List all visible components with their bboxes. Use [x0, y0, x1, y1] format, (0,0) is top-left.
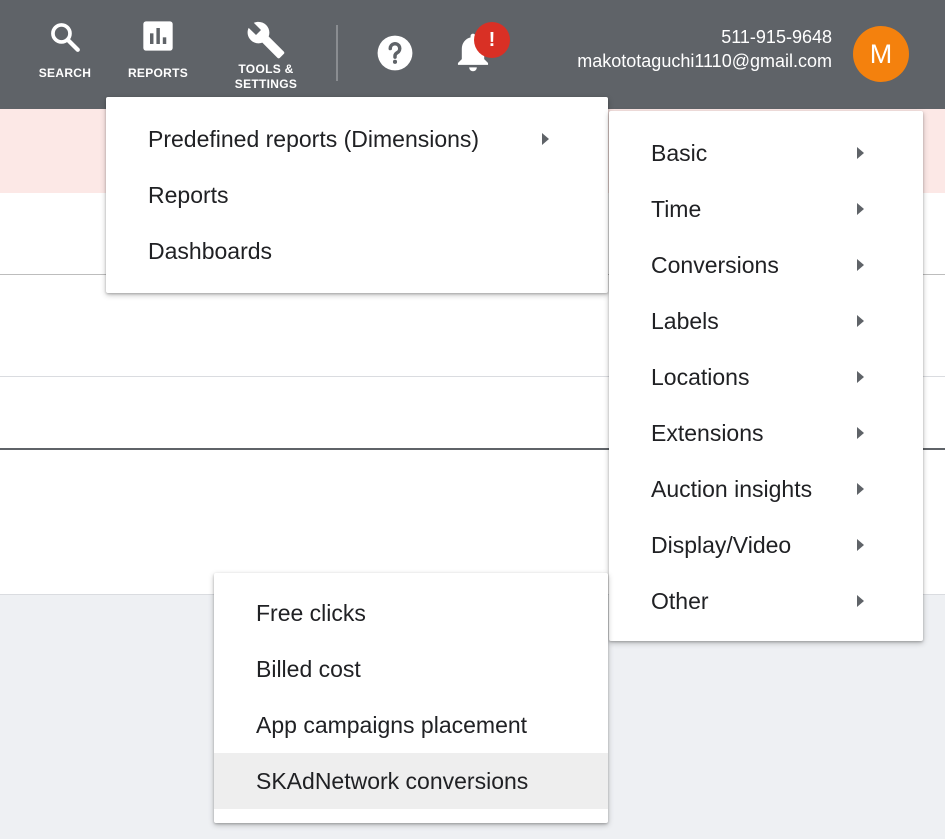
- menu-item-label: Predefined reports (Dimensions): [148, 125, 480, 152]
- submenu-item-billed-cost[interactable]: Billed cost: [214, 641, 608, 697]
- submenu-item-conversions[interactable]: Conversions: [609, 237, 923, 293]
- submenu-item-label: Other: [651, 587, 709, 614]
- submenu-item-label: Free clicks: [256, 599, 366, 626]
- tools-settings-button[interactable]: TOOLS & SETTINGS: [226, 0, 306, 100]
- top-navigation-bar: SEARCH REPORTS TOOLS & SETTINGS ! 511-91…: [0, 0, 945, 109]
- submenu-item-skadnetwork-conversions[interactable]: SKAdNetwork conversions: [214, 753, 608, 809]
- submenu-arrow-icon: [857, 371, 864, 383]
- submenu-arrow-icon: [857, 315, 864, 327]
- submenu-item-label: App campaigns placement: [256, 711, 528, 738]
- submenu-item-free-clicks[interactable]: Free clicks: [214, 585, 608, 641]
- menu-item-label: Reports: [148, 181, 229, 208]
- search-icon: [51, 23, 80, 52]
- help-button[interactable]: [376, 34, 414, 72]
- account-email: makototaguchi1110@gmail.com: [577, 51, 832, 71]
- tools-label: TOOLS &: [238, 62, 294, 76]
- submenu-item-time[interactable]: Time: [609, 181, 923, 237]
- help-icon: [377, 35, 413, 71]
- search-button[interactable]: SEARCH: [30, 0, 100, 100]
- submenu-item-extensions[interactable]: Extensions: [609, 405, 923, 461]
- menu-item-dashboards[interactable]: Dashboards: [106, 223, 608, 279]
- submenu-item-app-campaigns-placement[interactable]: App campaigns placement: [214, 697, 608, 753]
- avatar[interactable]: M: [853, 26, 909, 82]
- submenu-item-basic[interactable]: Basic: [609, 125, 923, 181]
- submenu-item-label: Display/Video: [651, 531, 792, 558]
- submenu-arrow-icon: [857, 147, 864, 159]
- submenu-item-labels[interactable]: Labels: [609, 293, 923, 349]
- reports-button[interactable]: REPORTS: [122, 0, 194, 100]
- submenu-item-other[interactable]: Other: [609, 573, 923, 629]
- account-info[interactable]: 511-915-9648 makototaguchi1110@gmail.com: [577, 25, 832, 73]
- submenu-arrow-icon: [857, 203, 864, 215]
- menu-item-reports[interactable]: Reports: [106, 167, 608, 223]
- submenu-arrow-icon: [857, 427, 864, 439]
- menu-item-predefined-reports[interactable]: Predefined reports (Dimensions): [106, 111, 608, 167]
- menu-item-label: Dashboards: [148, 237, 273, 264]
- submenu-item-label: Locations: [651, 363, 750, 390]
- submenu-arrow-icon: [857, 595, 864, 607]
- predefined-reports-submenu: Basic Time Conversions Labels Locations …: [609, 111, 923, 641]
- submenu-item-locations[interactable]: Locations: [609, 349, 923, 405]
- toolbar-separator: [336, 25, 338, 81]
- account-phone: 511-915-9648: [721, 27, 832, 47]
- submenu-item-label: Time: [651, 195, 702, 222]
- reports-menu: Predefined reports (Dimensions) Reports …: [106, 97, 608, 293]
- submenu-item-label: Extensions: [651, 419, 764, 446]
- submenu-item-label: Auction insights: [651, 475, 813, 502]
- submenu-arrow-icon: [857, 483, 864, 495]
- submenu-item-display-video[interactable]: Display/Video: [609, 517, 923, 573]
- search-label: SEARCH: [38, 66, 92, 80]
- submenu-arrow-icon: [857, 259, 864, 271]
- other-submenu: Free clicks Billed cost App campaigns pl…: [214, 573, 608, 823]
- submenu-item-label: Labels: [651, 307, 719, 334]
- submenu-item-label: Billed cost: [256, 655, 361, 682]
- settings-label: SETTINGS: [234, 77, 298, 91]
- notification-badge: !: [474, 22, 510, 58]
- submenu-item-label: Basic: [651, 139, 708, 166]
- wrench-icon: [247, 21, 285, 59]
- bar-chart-icon: [143, 21, 173, 51]
- reports-label: REPORTS: [127, 66, 189, 80]
- submenu-item-auction-insights[interactable]: Auction insights: [609, 461, 923, 517]
- submenu-item-label: SKAdNetwork conversions: [256, 767, 529, 794]
- submenu-arrow-icon: [857, 539, 864, 551]
- submenu-arrow-icon: [542, 133, 549, 145]
- submenu-item-label: Conversions: [651, 251, 779, 278]
